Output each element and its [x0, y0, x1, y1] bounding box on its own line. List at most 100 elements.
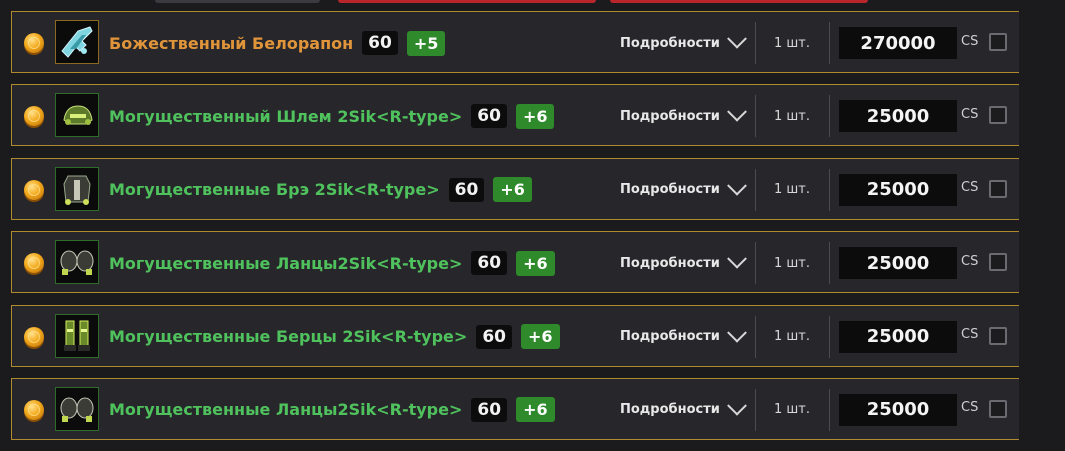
item-title-group: Божественный Белорапон 60 +5	[109, 12, 446, 74]
item-row: Могущественные Брэ 2Sik<R-type> 60 +6 По…	[11, 157, 1019, 221]
item-name: Божественный Белорапон	[109, 33, 354, 53]
item-level-badge: 60	[471, 397, 508, 422]
currency-label: CS	[961, 106, 979, 122]
price-input[interactable]	[839, 247, 957, 280]
item-name: Могущественные Брэ 2Sik<R-type>	[109, 180, 440, 200]
chevron-down-icon	[726, 249, 747, 269]
divider	[829, 242, 830, 285]
item-title-group: Могущественный Шлем 2Sik<R-type> 60 +6	[109, 85, 555, 147]
top-tab-strip	[0, 0, 1065, 5]
item-title-group: Могущественные Берцы 2Sik<R-type> 60 +6	[109, 306, 560, 368]
item-name: Могущественные Берцы 2Sik<R-type>	[109, 327, 468, 347]
details-toggle[interactable]: Подробности	[620, 85, 747, 147]
details-label: Подробности	[620, 255, 720, 271]
item-quantity: 1 шт.	[773, 108, 810, 124]
item-level-badge: 60	[448, 177, 485, 202]
divider	[829, 95, 830, 138]
enhance-level-badge: +6	[520, 324, 560, 350]
boots-icon[interactable]	[55, 313, 99, 358]
details-toggle[interactable]: Подробности	[620, 159, 747, 221]
item-title-group: Могущественные Ланцы2Sik<R-type> 60 +6	[109, 232, 555, 294]
gauntlets-icon[interactable]	[55, 240, 99, 285]
chevron-down-icon	[726, 322, 747, 343]
item-row: Могущественные Ланцы2Sik<R-type> 60 +6 П…	[11, 377, 1019, 441]
chevron-down-icon	[726, 28, 747, 49]
item-quantity: 1 шт.	[773, 402, 810, 418]
gauntlets-icon[interactable]	[55, 386, 99, 431]
divider	[829, 315, 830, 358]
coin-icon	[24, 326, 44, 347]
divider	[755, 95, 756, 138]
helmet-icon[interactable]	[55, 93, 99, 138]
item-title-group: Могущественные Ланцы2Sik<R-type> 60 +6	[109, 379, 555, 441]
gun-icon[interactable]	[55, 20, 99, 64]
item-level-badge: 60	[471, 251, 508, 276]
details-label: Подробности	[620, 402, 720, 418]
tab-indicator[interactable]	[338, 0, 596, 3]
enhance-level-badge: +5	[406, 30, 446, 56]
enhance-level-badge: +6	[516, 250, 555, 276]
tab-indicator[interactable]	[155, 0, 320, 3]
divider	[829, 388, 830, 431]
item-row: Могущественный Шлем 2Sik<R-type> 60 +6 П…	[11, 84, 1019, 147]
coin-icon	[24, 33, 44, 53]
item-level-badge: 60	[476, 324, 512, 349]
coin-icon	[24, 399, 44, 420]
divider	[829, 168, 830, 211]
currency-label: CS	[961, 180, 979, 196]
divider	[755, 242, 756, 285]
price-input[interactable]	[839, 100, 957, 133]
coin-icon	[24, 179, 44, 200]
divider	[755, 168, 756, 211]
enhance-level-badge: +6	[516, 397, 555, 423]
select-checkbox[interactable]	[989, 326, 1007, 345]
divider	[755, 388, 756, 431]
body-armor-icon[interactable]	[55, 166, 99, 211]
select-checkbox[interactable]	[989, 106, 1007, 125]
details-toggle[interactable]: Подробности	[620, 306, 747, 368]
currency-label: CS	[961, 33, 979, 49]
price-input[interactable]	[839, 393, 957, 426]
currency-label: CS	[961, 327, 979, 343]
details-label: Подробности	[620, 35, 720, 51]
item-title-group: Могущественные Брэ 2Sik<R-type> 60 +6	[109, 159, 532, 221]
details-label: Подробности	[620, 182, 720, 198]
item-quantity: 1 шт.	[773, 329, 810, 345]
item-name: Могущественные Ланцы2Sik<R-type>	[109, 253, 463, 273]
enhance-level-badge: +6	[515, 103, 555, 129]
item-row: Могущественные Берцы 2Sik<R-type> 60 +6 …	[11, 304, 1019, 368]
tab-indicator[interactable]	[610, 0, 868, 3]
item-level-badge: 60	[471, 104, 507, 129]
item-quantity: 1 шт.	[773, 182, 810, 198]
enhance-level-badge: +6	[493, 177, 532, 203]
currency-label: CS	[961, 400, 979, 416]
details-toggle[interactable]: Подробности	[620, 12, 747, 74]
item-name: Могущественный Шлем 2Sik<R-type>	[109, 106, 463, 126]
item-quantity: 1 шт.	[773, 255, 810, 271]
details-toggle[interactable]: Подробности	[620, 379, 747, 441]
chevron-down-icon	[726, 395, 747, 416]
select-checkbox[interactable]	[989, 33, 1007, 51]
details-label: Подробности	[620, 108, 720, 124]
coin-icon	[24, 253, 44, 274]
item-level-badge: 60	[362, 31, 398, 55]
item-row: Могущественные Ланцы2Sik<R-type> 60 +6 П…	[11, 231, 1019, 294]
select-checkbox[interactable]	[989, 399, 1007, 418]
price-input[interactable]	[839, 173, 957, 206]
divider	[755, 315, 756, 358]
select-checkbox[interactable]	[989, 253, 1007, 272]
coin-icon	[24, 106, 44, 127]
item-name: Могущественные Ланцы2Sik<R-type>	[109, 400, 463, 420]
price-input[interactable]	[839, 320, 957, 353]
divider	[755, 22, 756, 64]
price-input[interactable]	[839, 27, 957, 59]
item-row: Божественный Белорапон 60 +5 Подробности…	[11, 11, 1019, 73]
select-checkbox[interactable]	[989, 179, 1007, 198]
details-label: Подробности	[620, 329, 720, 345]
chevron-down-icon	[726, 102, 747, 123]
currency-label: CS	[961, 253, 979, 269]
chevron-down-icon	[726, 175, 747, 196]
details-toggle[interactable]: Подробности	[620, 232, 747, 294]
divider	[829, 22, 830, 64]
item-list: Божественный Белорапон 60 +5 Подробности…	[11, 11, 1019, 451]
